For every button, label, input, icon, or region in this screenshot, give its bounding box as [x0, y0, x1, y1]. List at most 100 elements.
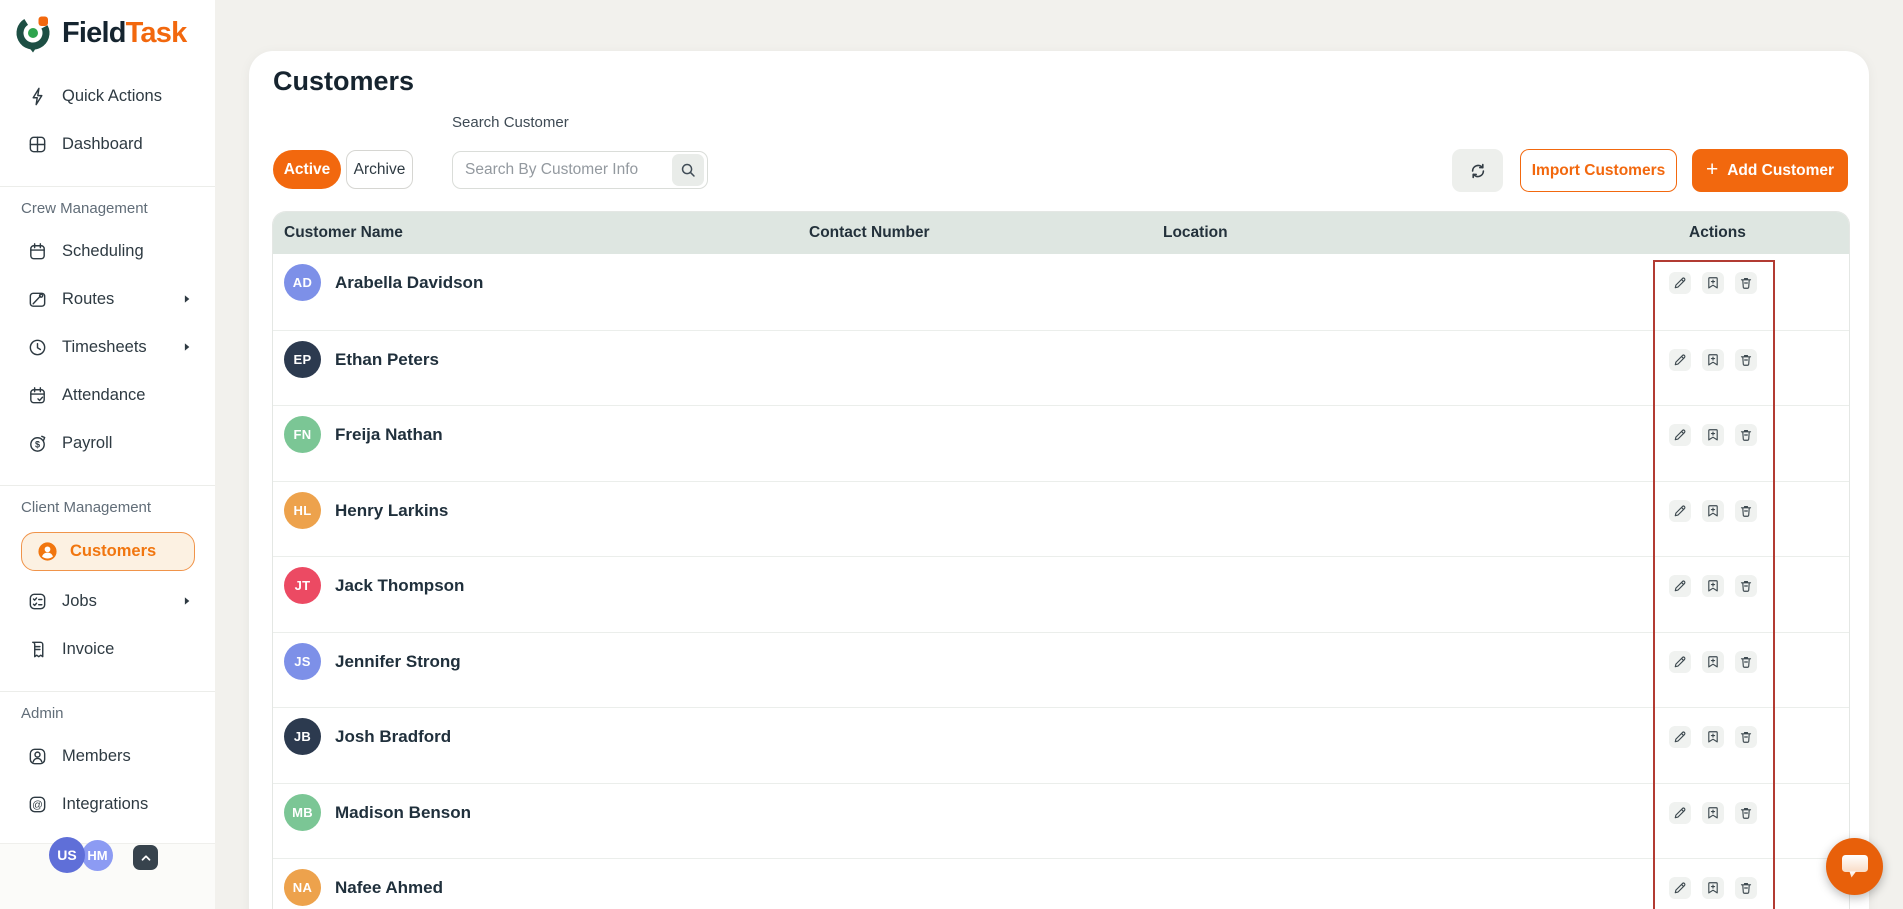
collapse-sidebar-button[interactable] — [133, 845, 158, 870]
trash-icon — [1739, 655, 1753, 669]
sidebar-item-payroll[interactable]: $ Payroll — [0, 419, 215, 467]
app-logo[interactable]: FieldTask — [0, 0, 215, 54]
sidebar-item-members[interactable]: Members — [0, 732, 215, 780]
contact-number-cell — [803, 557, 1153, 632]
row-actions — [1573, 331, 1849, 406]
search-field-wrap — [452, 151, 708, 189]
edit-button[interactable] — [1669, 726, 1691, 748]
sidebar-item-integrations[interactable]: @ Integrations — [0, 780, 215, 828]
member-icon — [27, 746, 48, 767]
archive-button[interactable] — [1702, 349, 1724, 371]
plus-icon: + — [1706, 159, 1718, 180]
sidebar-section-client: Client Management — [0, 486, 215, 526]
row-actions — [1573, 784, 1849, 859]
avatar: HL — [284, 492, 321, 529]
sidebar-item-jobs[interactable]: Jobs — [0, 577, 215, 625]
archive-button[interactable] — [1702, 500, 1724, 522]
column-header-contact-number: Contact Number — [803, 224, 1153, 242]
search-icon — [680, 162, 697, 179]
row-actions — [1573, 254, 1849, 330]
location-cell — [1153, 254, 1573, 330]
row-actions — [1573, 859, 1849, 909]
sidebar-item-timesheets[interactable]: Timesheets — [0, 323, 215, 371]
user-avatar[interactable]: US — [49, 837, 85, 873]
delete-button[interactable] — [1735, 272, 1757, 294]
table-row[interactable]: JS Jennifer Strong — [273, 632, 1849, 708]
sidebar-item-routes[interactable]: Routes — [0, 275, 215, 323]
table-row[interactable]: AD Arabella Davidson — [273, 254, 1849, 330]
edit-button[interactable] — [1669, 575, 1691, 597]
archive-button[interactable] — [1702, 272, 1724, 294]
search-label: Search Customer — [452, 114, 569, 131]
search-button[interactable] — [672, 154, 704, 186]
calendar-check-icon — [27, 385, 48, 406]
chevron-up-icon — [139, 851, 153, 865]
user-avatar[interactable]: HM — [82, 840, 113, 871]
customer-name: Jennifer Strong — [335, 652, 461, 672]
tab-active[interactable]: Active — [273, 150, 341, 189]
delete-button[interactable] — [1735, 500, 1757, 522]
sidebar-item-customers[interactable]: Customers — [21, 532, 195, 571]
chevron-right-icon — [180, 341, 193, 354]
chat-bubble-icon — [1840, 853, 1870, 880]
chat-launcher-button[interactable] — [1826, 838, 1883, 895]
table-row[interactable]: NA Nafee Ahmed — [273, 858, 1849, 909]
row-actions — [1573, 406, 1849, 481]
customer-name: Arabella Davidson — [335, 273, 483, 293]
sidebar-item-quick-actions[interactable]: Quick Actions — [0, 72, 215, 120]
sidebar-item-attendance[interactable]: Attendance — [0, 371, 215, 419]
sidebar-section-admin: Admin — [0, 692, 215, 732]
edit-icon — [1673, 579, 1687, 593]
archive-button[interactable] — [1702, 424, 1724, 446]
table-row[interactable]: FN Freija Nathan — [273, 405, 1849, 481]
grid-icon — [27, 134, 48, 155]
edit-button[interactable] — [1669, 651, 1691, 673]
avatar: FN — [284, 416, 321, 453]
archive-button[interactable] — [1702, 877, 1724, 899]
location-cell — [1153, 633, 1573, 708]
delete-button[interactable] — [1735, 802, 1757, 824]
archive-button[interactable] — [1702, 575, 1724, 597]
edit-button[interactable] — [1669, 349, 1691, 371]
trash-icon — [1739, 806, 1753, 820]
delete-button[interactable] — [1735, 651, 1757, 673]
edit-button[interactable] — [1669, 877, 1691, 899]
edit-icon — [1673, 730, 1687, 744]
edit-button[interactable] — [1669, 802, 1691, 824]
edit-button[interactable] — [1669, 424, 1691, 446]
row-actions — [1573, 557, 1849, 632]
delete-button[interactable] — [1735, 726, 1757, 748]
edit-button[interactable] — [1669, 500, 1691, 522]
refresh-button[interactable] — [1452, 149, 1503, 192]
table-row[interactable]: JB Josh Bradford — [273, 707, 1849, 783]
archive-button[interactable] — [1702, 726, 1724, 748]
edit-button[interactable] — [1669, 272, 1691, 294]
delete-button[interactable] — [1735, 349, 1757, 371]
tab-archive[interactable]: Archive — [346, 150, 413, 189]
delete-button[interactable] — [1735, 575, 1757, 597]
archive-button[interactable] — [1702, 802, 1724, 824]
location-cell — [1153, 859, 1573, 909]
sidebar-section-crew: Crew Management — [0, 187, 215, 227]
import-customers-button[interactable]: Import Customers — [1520, 149, 1677, 192]
customer-name: Jack Thompson — [335, 576, 464, 596]
add-customer-button[interactable]: + Add Customer — [1692, 149, 1848, 192]
avatar: JT — [284, 567, 321, 604]
bookmark-plus-icon — [1706, 276, 1720, 290]
table-row[interactable]: HL Henry Larkins — [273, 481, 1849, 557]
delete-button[interactable] — [1735, 877, 1757, 899]
delete-button[interactable] — [1735, 424, 1757, 446]
search-input[interactable] — [465, 152, 665, 188]
table-row[interactable]: EP Ethan Peters — [273, 330, 1849, 406]
table-row[interactable]: MB Madison Benson — [273, 783, 1849, 859]
customer-name-cell: MB Madison Benson — [273, 784, 803, 859]
table-row[interactable]: JT Jack Thompson — [273, 556, 1849, 632]
sidebar-item-invoice[interactable]: Invoice — [0, 625, 215, 673]
trash-icon — [1739, 276, 1753, 290]
sidebar: FieldTask Quick Actions Dashboard Crew M… — [0, 0, 215, 909]
sidebar-item-dashboard[interactable]: Dashboard — [0, 120, 215, 168]
column-header-customer-name: Customer Name — [273, 224, 803, 242]
sidebar-item-scheduling[interactable]: Scheduling — [0, 227, 215, 275]
customer-name-cell: EP Ethan Peters — [273, 331, 803, 406]
archive-button[interactable] — [1702, 651, 1724, 673]
